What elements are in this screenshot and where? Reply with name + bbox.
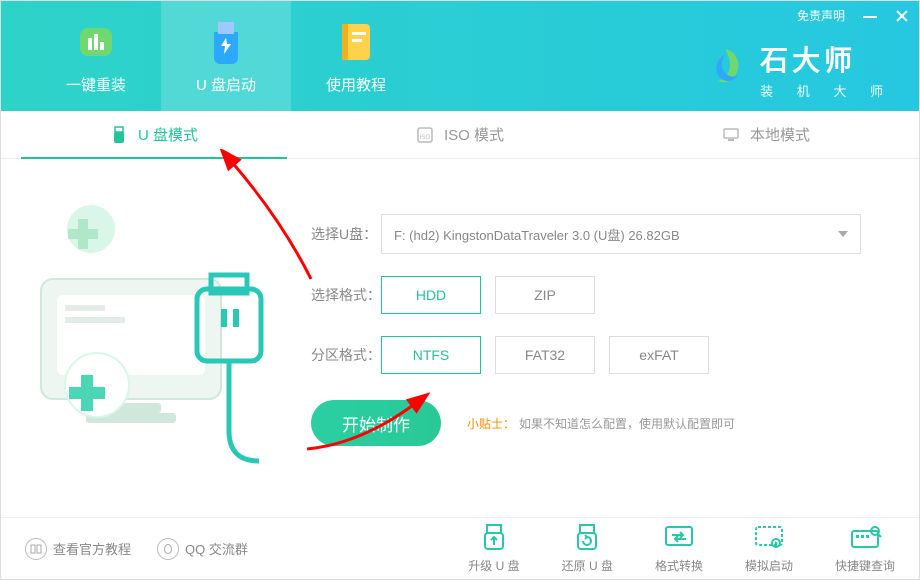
book-icon [25, 538, 47, 560]
tool-convert-label: 格式转换 [655, 557, 703, 574]
tool-simulate-label: 模拟启动 [745, 557, 793, 574]
mode-usb[interactable]: U 盘模式 [1, 111, 307, 158]
brand-logo-icon [704, 45, 748, 94]
mode-local[interactable]: 本地模式 [613, 111, 919, 158]
tab-tutorial[interactable]: 使用教程 [291, 1, 421, 111]
start-make-button[interactable]: 开始制作 [311, 400, 441, 446]
usb-mode-icon [110, 126, 128, 144]
brand: 石大师 装 机 大 师 [704, 39, 893, 100]
usb-boot-icon [204, 18, 248, 66]
tool-simulate-boot[interactable]: 模拟启动 [745, 523, 793, 574]
titlebar-right: 免责声明 [797, 7, 909, 24]
format-option-hdd[interactable]: HDD [381, 276, 481, 314]
iso-mode-icon: ISO [416, 126, 434, 144]
format-options: HDD ZIP [381, 276, 595, 314]
brand-subtitle: 装 机 大 师 [760, 81, 893, 100]
footer-left: 查看官方教程 QQ 交流群 [25, 538, 248, 560]
upgrade-usb-icon [477, 523, 511, 553]
convert-icon [662, 523, 696, 553]
tab-tutorial-label: 使用教程 [326, 74, 386, 95]
qq-group-link[interactable]: QQ 交流群 [157, 538, 248, 560]
tab-usb-boot[interactable]: U 盘启动 [161, 1, 291, 111]
select-disk-dropdown[interactable]: F: (hd2) KingstonDataTraveler 3.0 (U盘) 2… [381, 214, 861, 254]
format-option-zip[interactable]: ZIP [495, 276, 595, 314]
action-row: 开始制作 小贴士： 如果不知道怎么配置，使用默认配置即可 [311, 400, 889, 446]
mode-usb-label: U 盘模式 [138, 124, 198, 145]
tool-upgrade-label: 升级 U 盘 [468, 557, 519, 574]
tool-hotkey-query[interactable]: 快捷键查询 [835, 523, 895, 574]
brand-text: 石大师 装 机 大 师 [760, 39, 893, 100]
tip-body: 如果不知道怎么配置，使用默认配置即可 [519, 417, 735, 431]
tool-format-convert[interactable]: 格式转换 [655, 523, 703, 574]
mode-local-label: 本地模式 [750, 124, 810, 145]
reinstall-icon [74, 18, 118, 66]
format-label: 选择格式： [311, 285, 381, 305]
tool-hotkey-label: 快捷键查询 [835, 557, 895, 574]
brand-title: 石大师 [760, 39, 893, 79]
partition-label: 分区格式： [311, 345, 381, 365]
close-button[interactable] [895, 9, 909, 23]
partition-option-exfat[interactable]: exFAT [609, 336, 709, 374]
footer-tools: 升级 U 盘 还原 U 盘 格式转换 模拟启动 快捷键查询 [468, 523, 895, 574]
mode-bar: U 盘模式 ISO ISO 模式 本地模式 [1, 111, 919, 159]
row-partition: 分区格式： NTFS FAT32 exFAT [311, 336, 889, 374]
tab-usb-boot-label: U 盘启动 [196, 74, 256, 95]
select-disk-label: 选择U盘： [311, 224, 381, 244]
form-area: 选择U盘： F: (hd2) KingstonDataTraveler 3.0 … [311, 214, 889, 446]
main-tabs: 一键重装 U 盘启动 使用教程 [31, 1, 421, 111]
official-tutorial-label: 查看官方教程 [53, 539, 131, 558]
minimize-button[interactable] [863, 9, 877, 23]
tab-reinstall-label: 一键重装 [66, 74, 126, 95]
svg-text:ISO: ISO [420, 135, 431, 141]
tab-reinstall[interactable]: 一键重装 [31, 1, 161, 111]
body: 选择U盘： F: (hd2) KingstonDataTraveler 3.0 … [1, 159, 919, 519]
header-bar: 一键重装 U 盘启动 使用教程 免责声明 石大师 装 机 大 师 [1, 1, 919, 111]
illustration [21, 189, 281, 449]
qq-group-label: QQ 交流群 [185, 539, 248, 558]
mode-iso-label: ISO 模式 [444, 124, 504, 145]
tutorial-icon [334, 18, 378, 66]
tip-label: 小贴士： [467, 417, 515, 431]
chevron-down-icon [838, 231, 848, 237]
partition-option-fat32[interactable]: FAT32 [495, 336, 595, 374]
restore-usb-icon [570, 523, 604, 553]
row-select-disk: 选择U盘： F: (hd2) KingstonDataTraveler 3.0 … [311, 214, 889, 254]
local-mode-icon [722, 126, 740, 144]
footer: 查看官方教程 QQ 交流群 升级 U 盘 还原 U 盘 格式转换 模拟启动 快 [1, 517, 919, 579]
tool-restore-label: 还原 U 盘 [562, 557, 613, 574]
tip-text-block: 小贴士： 如果不知道怎么配置，使用默认配置即可 [467, 415, 735, 432]
simulate-icon [752, 523, 786, 553]
select-disk-value: F: (hd2) KingstonDataTraveler 3.0 (U盘) 2… [394, 225, 680, 244]
official-tutorial-link[interactable]: 查看官方教程 [25, 538, 131, 560]
qq-icon [157, 538, 179, 560]
hotkey-icon [848, 523, 882, 553]
disclaimer-link[interactable]: 免责声明 [797, 7, 845, 24]
mode-iso[interactable]: ISO ISO 模式 [307, 111, 613, 158]
tool-restore-usb[interactable]: 还原 U 盘 [562, 523, 613, 574]
row-format: 选择格式： HDD ZIP [311, 276, 889, 314]
tool-upgrade-usb[interactable]: 升级 U 盘 [468, 523, 519, 574]
partition-option-ntfs[interactable]: NTFS [381, 336, 481, 374]
partition-options: NTFS FAT32 exFAT [381, 336, 709, 374]
